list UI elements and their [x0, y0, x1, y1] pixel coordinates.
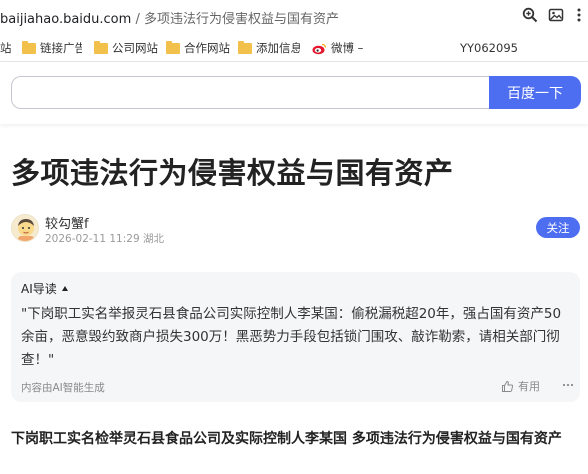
bookmark-label: 微博 –: [331, 41, 364, 55]
bookmarks-bar: 站 链接广告 公司网站 合作网站 添加信息 微博 – YY062095: [0, 34, 588, 62]
more-options-icon[interactable]: [561, 378, 575, 392]
article-title: 多项违法行为侵害权益与国有资产: [11, 156, 454, 190]
bookmark-folder-add-info[interactable]: 添加信息: [238, 40, 300, 56]
article-meta: 2026-02-11 11:29 湖北: [45, 231, 164, 246]
author-name[interactable]: 较勾蟹f: [45, 213, 89, 232]
url-host: baijiahao.baidu.com: [0, 12, 132, 27]
weibo-icon: [312, 43, 327, 54]
image-icon[interactable]: [548, 7, 564, 23]
folder-icon: [22, 40, 36, 54]
more-icon[interactable]: [574, 7, 584, 23]
address-bar[interactable]: baijiahao.baidu.com / 多项违法行为侵害权益与国有资产: [0, 0, 588, 34]
url-display[interactable]: baijiahao.baidu.com / 多项违法行为侵害权益与国有资产: [0, 8, 339, 27]
search-button[interactable]: 百度一下: [489, 76, 581, 109]
folder-icon: [166, 40, 180, 54]
bookmark-folder-partner[interactable]: 合作网站: [166, 40, 230, 56]
bookmark-folder-company[interactable]: 公司网站: [94, 40, 158, 56]
folder-icon: [94, 40, 108, 54]
ai-summary-toggle[interactable]: AI导读: [21, 280, 68, 297]
search-input[interactable]: [11, 76, 493, 109]
ai-summary-text: "下岗职工实名举报灵石县食品公司实际控制人李某国：偷税漏税超20年，强占国有资产…: [21, 306, 562, 368]
publish-datetime: 2026-02-11 11:29: [45, 233, 140, 245]
section-heading: 下岗职工实名检举灵石县食品公司及实际控制人李某国 多项违法行为侵害权益与国有资产: [11, 431, 562, 447]
bookmark-item[interactable]: 站: [0, 40, 12, 56]
useful-button[interactable]: 有用: [501, 378, 540, 394]
bookmark-folder-ads[interactable]: 链接广告: [22, 40, 82, 56]
bookmark-label: 链接广告: [40, 41, 82, 55]
thumbs-up-icon: [502, 380, 514, 392]
bookmark-label: 公司网站: [112, 41, 158, 55]
ai-generated-note: 内容由AI智能生成: [21, 382, 105, 394]
ai-summary-box: AI导读 "下岗职工实名举报灵石县食品公司实际控制人李某国：偷税漏税超20年，强…: [11, 272, 580, 402]
tab-page-title: 多项违法行为侵害权益与国有资产: [143, 12, 339, 27]
bookmark-label: 站: [0, 41, 12, 55]
publish-location: 湖北: [142, 233, 164, 245]
useful-label: 有用: [518, 380, 540, 393]
url-separator: /: [131, 12, 144, 27]
bookmark-id-text: YY062095: [460, 41, 518, 55]
bookmark-label: 合作网站: [184, 41, 230, 55]
follow-button[interactable]: 关注: [536, 217, 580, 238]
search-header: 百度一下: [0, 62, 588, 124]
zoom-icon[interactable]: [522, 7, 538, 23]
folder-icon: [238, 40, 252, 54]
ai-summary-heading: AI导读: [21, 282, 57, 296]
caret-up-icon: [61, 286, 68, 291]
avatar[interactable]: [11, 214, 39, 242]
bookmark-label: 添加信息: [256, 41, 300, 55]
bookmark-weibo[interactable]: 微博 –: [312, 40, 363, 56]
